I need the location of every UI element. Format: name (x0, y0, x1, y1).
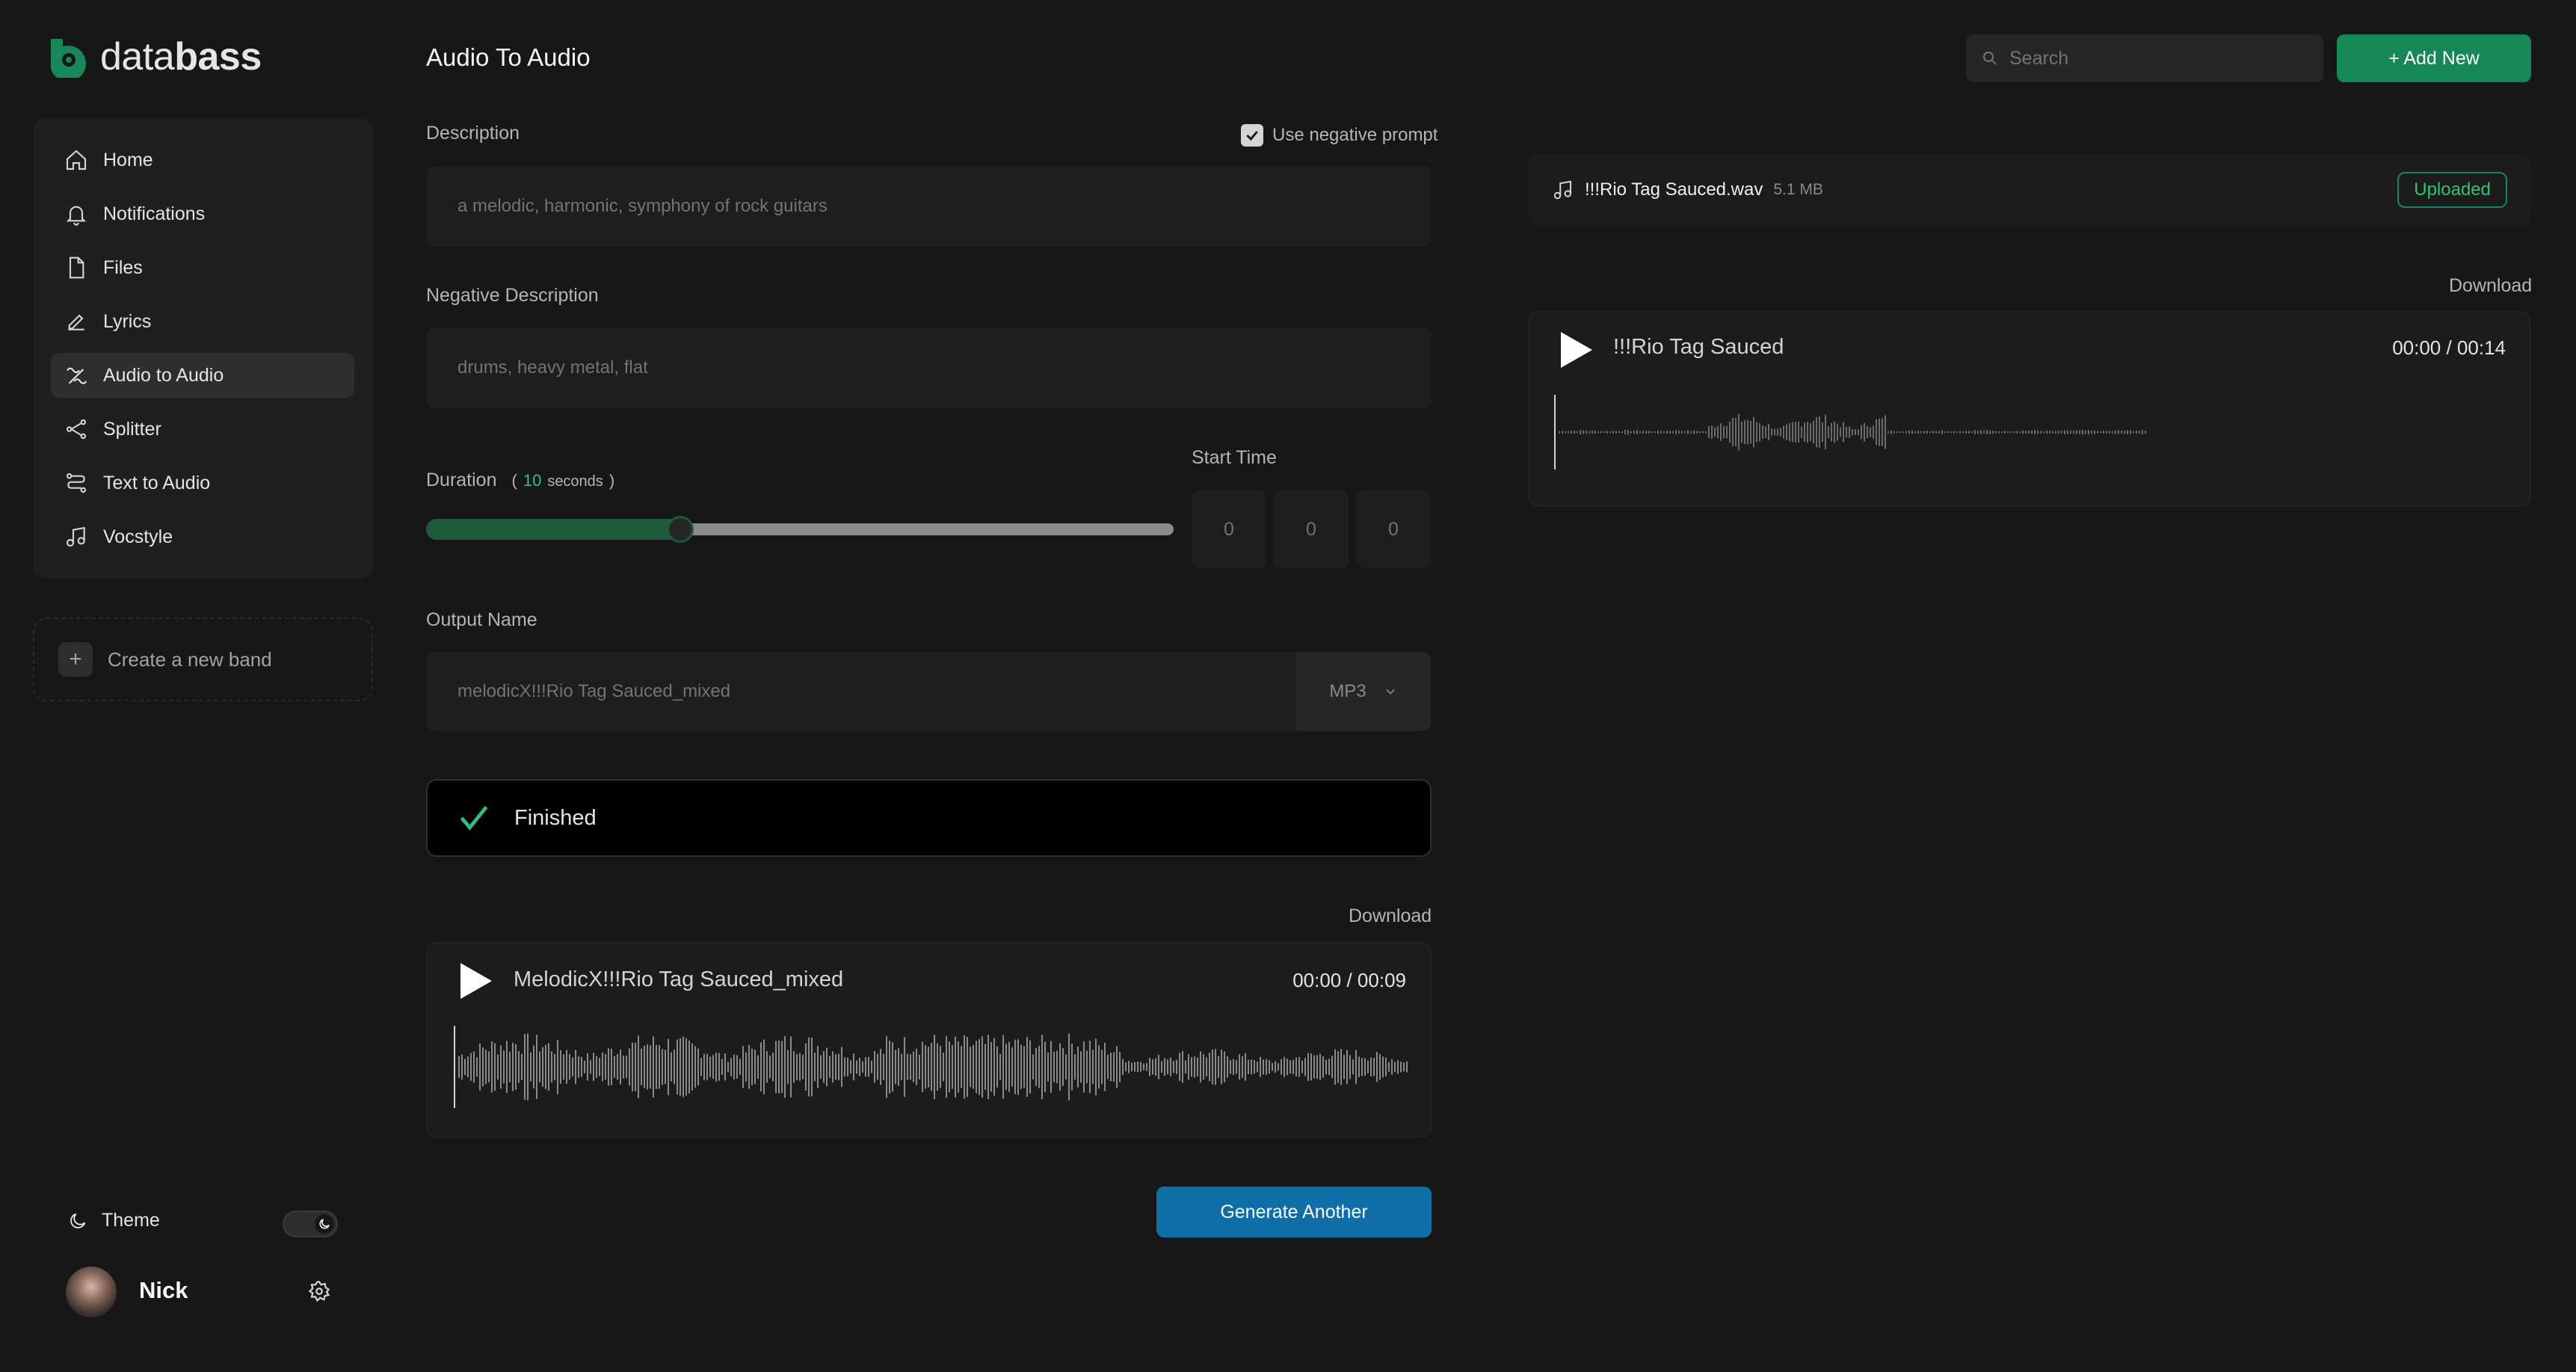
uploaded-badge: Uploaded (2397, 172, 2507, 208)
add-new-button[interactable]: + Add New (2337, 34, 2531, 82)
source-player: !!!Rio Tag Sauced 00:00 / 00:14 (1528, 311, 2531, 507)
use-negative-prompt-label: Use negative prompt (1272, 125, 1438, 145)
source-waveform[interactable] (1553, 395, 2510, 470)
description-field[interactable]: a melodic, harmonic, symphony of rock gu… (426, 166, 1432, 247)
track-title: MelodicX!!!Rio Tag Sauced_mixed (514, 968, 844, 991)
page-title: Audio To Audio (426, 43, 591, 71)
generate-another-button[interactable]: Generate Another (1156, 1187, 1432, 1237)
sidebar-item-label: Splitter (103, 418, 161, 440)
uploaded-file-card: !!!Rio Tag Sauced.wav 5.1 MB Uploaded (1528, 154, 2531, 226)
format-value: MP3 (1329, 681, 1366, 701)
slider-handle[interactable] (667, 516, 694, 543)
pencil-icon (68, 314, 84, 330)
create-band-button[interactable]: + Create a new band (33, 618, 373, 701)
moon-icon (70, 1213, 86, 1228)
sidebar-item-splitter[interactable]: Splitter (51, 407, 354, 452)
logo-icon (51, 39, 86, 78)
logo-text: databass (100, 35, 262, 79)
sidebar-item-files[interactable]: Files (51, 245, 354, 290)
sidebar-nav: Home Notifications Files Lyrics Audio to… (33, 118, 373, 579)
duration-paren-open: ( (511, 471, 517, 490)
waveform[interactable] (453, 1026, 1410, 1108)
sidebar-item-text-to-audio[interactable]: Text to Audio (51, 461, 354, 505)
sidebar-item-lyrics[interactable]: Lyrics (51, 299, 354, 344)
sidebar-item-label: Lyrics (103, 310, 152, 332)
chevron-down-icon (1386, 689, 1395, 695)
track-time: 00:00 / 00:09 (1292, 969, 1406, 991)
plus-icon: + (58, 642, 93, 677)
file-size: 5.1 MB (1773, 181, 1823, 198)
search-placeholder: Search (2009, 47, 2069, 69)
avatar[interactable] (66, 1267, 117, 1317)
use-negative-prompt[interactable]: Use negative prompt (1241, 124, 1438, 147)
duration-label: Duration ( 10 seconds ) (426, 470, 614, 491)
check-icon (1246, 131, 1258, 141)
play-button[interactable] (457, 962, 493, 1000)
result-player: MelodicX!!!Rio Tag Sauced_mixed 00:00 / … (426, 942, 1432, 1138)
sidebar-item-label: Audio to Audio (103, 364, 224, 386)
download-link[interactable]: Download (1349, 905, 1432, 927)
search-input[interactable]: Search (1966, 34, 2323, 82)
play-icon (460, 963, 492, 999)
home-icon (66, 150, 87, 170)
theme-label: Theme (102, 1210, 160, 1231)
sidebar-item-label: Home (103, 149, 153, 170)
music-note-icon (1553, 180, 1571, 200)
sidebar-item-label: Text to Audio (103, 472, 211, 493)
moon-icon (315, 1214, 334, 1234)
source-download-link[interactable]: Download (2449, 275, 2532, 297)
duration-value: 10 (523, 471, 542, 490)
settings-button[interactable] (308, 1280, 330, 1302)
status-banner: Finished (426, 779, 1432, 857)
sidebar-item-vocstyle[interactable]: Vocstyle (51, 514, 354, 559)
negative-description-label: Negative Description (426, 285, 599, 306)
sidebar-item-label: Notifications (103, 203, 206, 224)
output-name-label: Output Name (426, 609, 537, 630)
theme-toggle[interactable] (283, 1211, 338, 1237)
slider-fill (426, 519, 680, 540)
check-icon (460, 805, 488, 831)
duration-paren-close: ) (608, 471, 615, 490)
sidebar-item-label: Vocstyle (103, 526, 173, 547)
source-play-button[interactable] (1558, 330, 1594, 369)
user-name: Nick (139, 1277, 188, 1303)
search-icon (1983, 52, 1997, 65)
logo: databass (48, 34, 262, 79)
start-time-minutes[interactable]: 0 (1274, 490, 1349, 568)
negative-description-value: drums, heavy metal, flat (457, 357, 648, 378)
sidebar-item-audio-to-audio[interactable]: Audio to Audio (51, 353, 354, 398)
description-label: Description (426, 123, 520, 144)
duration-label-text: Duration (426, 470, 497, 490)
audio-to-audio-icon (67, 367, 87, 384)
text-to-audio-icon (66, 473, 87, 493)
file-name: !!!Rio Tag Sauced.wav (1585, 179, 1763, 200)
music-note-icon (66, 526, 85, 547)
status-text: Finished (514, 805, 597, 830)
file-icon (69, 256, 84, 279)
start-time-label: Start Time (1192, 447, 1277, 468)
negative-description-field[interactable]: drums, heavy metal, flat (426, 327, 1432, 408)
sidebar-item-label: Files (103, 256, 143, 278)
start-time-seconds[interactable]: 0 (1356, 490, 1431, 568)
source-track-title: !!!Rio Tag Sauced (1613, 335, 1784, 359)
format-select[interactable]: MP3 (1296, 652, 1431, 731)
gear-icon (308, 1281, 330, 1302)
duration-slider[interactable] (426, 516, 1174, 543)
output-name-value: melodicX!!!Rio Tag Sauced_mixed (457, 681, 731, 701)
create-band-label: Create a new band (108, 647, 272, 671)
description-value: a melodic, harmonic, symphony of rock gu… (457, 196, 828, 216)
theme-row: Theme (67, 1210, 160, 1231)
checkbox[interactable] (1241, 124, 1263, 147)
start-time-hours[interactable]: 0 (1192, 490, 1266, 568)
bell-icon (66, 206, 87, 226)
sidebar-item-home[interactable]: Home (51, 138, 354, 182)
source-track-time: 00:00 / 00:14 (2392, 336, 2506, 359)
splitter-icon (66, 419, 87, 440)
output-name-field[interactable]: melodicX!!!Rio Tag Sauced_mixed (426, 652, 1296, 731)
duration-unit: seconds (547, 473, 603, 490)
sidebar-item-notifications[interactable]: Notifications (51, 191, 354, 236)
play-icon (1561, 332, 1592, 368)
